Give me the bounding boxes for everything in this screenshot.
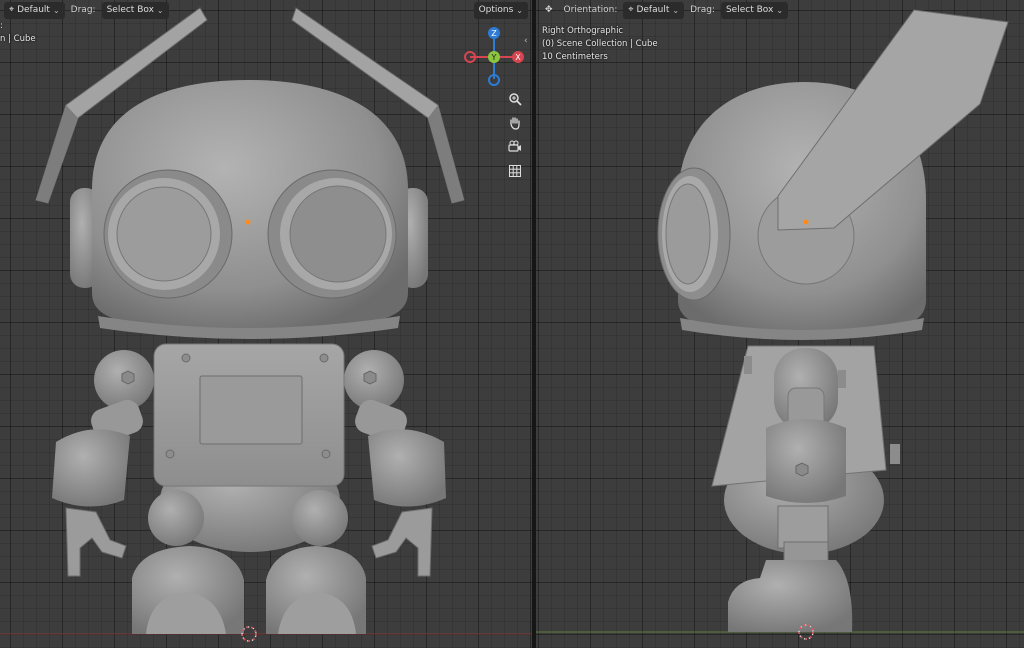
orientation-label: Orientation:: [563, 5, 618, 15]
viewport-header-left: ⌖ Default ⌄ Drag: Select Box ⌄ Options ⌄: [0, 0, 532, 20]
zoom-icon[interactable]: [505, 90, 525, 108]
options-label: Options: [478, 5, 514, 15]
navigation-gizmo[interactable]: Z X Y: [458, 26, 530, 90]
drag-select-dropdown[interactable]: Select Box ⌄: [101, 1, 169, 19]
viewport-info-right: Right Orthographic (0) Scene Collection …: [542, 25, 658, 64]
hip-left: [148, 490, 204, 546]
drag-value: Select Box: [106, 5, 154, 15]
gizmo-z-label: Z: [491, 29, 497, 38]
transform-orientation-icon: ⌖: [9, 5, 15, 15]
chevron-down-icon: ⌄: [52, 5, 60, 15]
robot-side-model[interactable]: [536, 0, 1024, 648]
orientation-value: Default: [17, 5, 50, 15]
move-arrows-icon[interactable]: ✥: [540, 2, 558, 19]
transform-orientation-icon: ⌖: [628, 5, 634, 15]
viewport-info-left: : n | Cube: [0, 20, 36, 46]
chevron-down-icon: ⌄: [672, 5, 680, 15]
viewport-header-right: ✥ Orientation: ⌖ Default ⌄ Drag: Select …: [536, 0, 1024, 20]
arm-right: [355, 399, 446, 577]
collection-text: n | Cube: [0, 34, 36, 44]
chevron-down-icon: ⌄: [516, 5, 523, 15]
gizmo-y-label: Y: [491, 53, 497, 62]
scale-text: 10 Centimeters: [542, 52, 608, 62]
view-name-text: :: [0, 21, 3, 31]
drag-value: Select Box: [725, 5, 774, 15]
side-leg: [728, 560, 853, 632]
options-dropdown[interactable]: Options ⌄: [473, 1, 528, 19]
eye-right: [267, 169, 397, 299]
origin-dot: [245, 219, 251, 225]
hip-right: [292, 490, 348, 546]
eye-left: [103, 169, 233, 299]
drag-select-dropdown-right[interactable]: Select Box ⌄: [720, 1, 789, 19]
arm-left: [52, 399, 143, 577]
side-eye: [657, 167, 731, 301]
view-name-text: Right Orthographic: [542, 26, 624, 36]
viewport-right[interactable]: ✥ Orientation: ⌖ Default ⌄ Drag: Select …: [536, 0, 1024, 648]
blender-window: ⌖ Default ⌄ Drag: Select Box ⌄ Options ⌄…: [0, 0, 1024, 648]
hand-pan-icon[interactable]: [505, 114, 525, 132]
viewport-front[interactable]: ⌖ Default ⌄ Drag: Select Box ⌄ Options ⌄…: [0, 0, 532, 648]
drag-label: Drag:: [690, 5, 715, 15]
chevron-down-icon: ⌄: [776, 5, 784, 15]
collapse-arrow-icon[interactable]: ‹: [524, 36, 528, 46]
orientation-dropdown[interactable]: ⌖ Default ⌄: [4, 1, 65, 19]
drag-label: Drag:: [70, 5, 96, 15]
orientation-value: Default: [636, 5, 670, 15]
camera-icon[interactable]: [505, 138, 525, 156]
navigation-buttons: [505, 90, 527, 180]
chest-panel: [199, 375, 303, 445]
collection-text: (0) Scene Collection | Cube: [542, 39, 658, 49]
grid-icon[interactable]: [505, 162, 525, 180]
chevron-down-icon: ⌄: [156, 5, 164, 15]
origin-dot: [803, 219, 809, 225]
robot-front-model[interactable]: [0, 0, 532, 648]
orientation-dropdown-right[interactable]: ⌖ Default ⌄: [623, 1, 685, 19]
gizmo-x-label: X: [515, 53, 521, 62]
